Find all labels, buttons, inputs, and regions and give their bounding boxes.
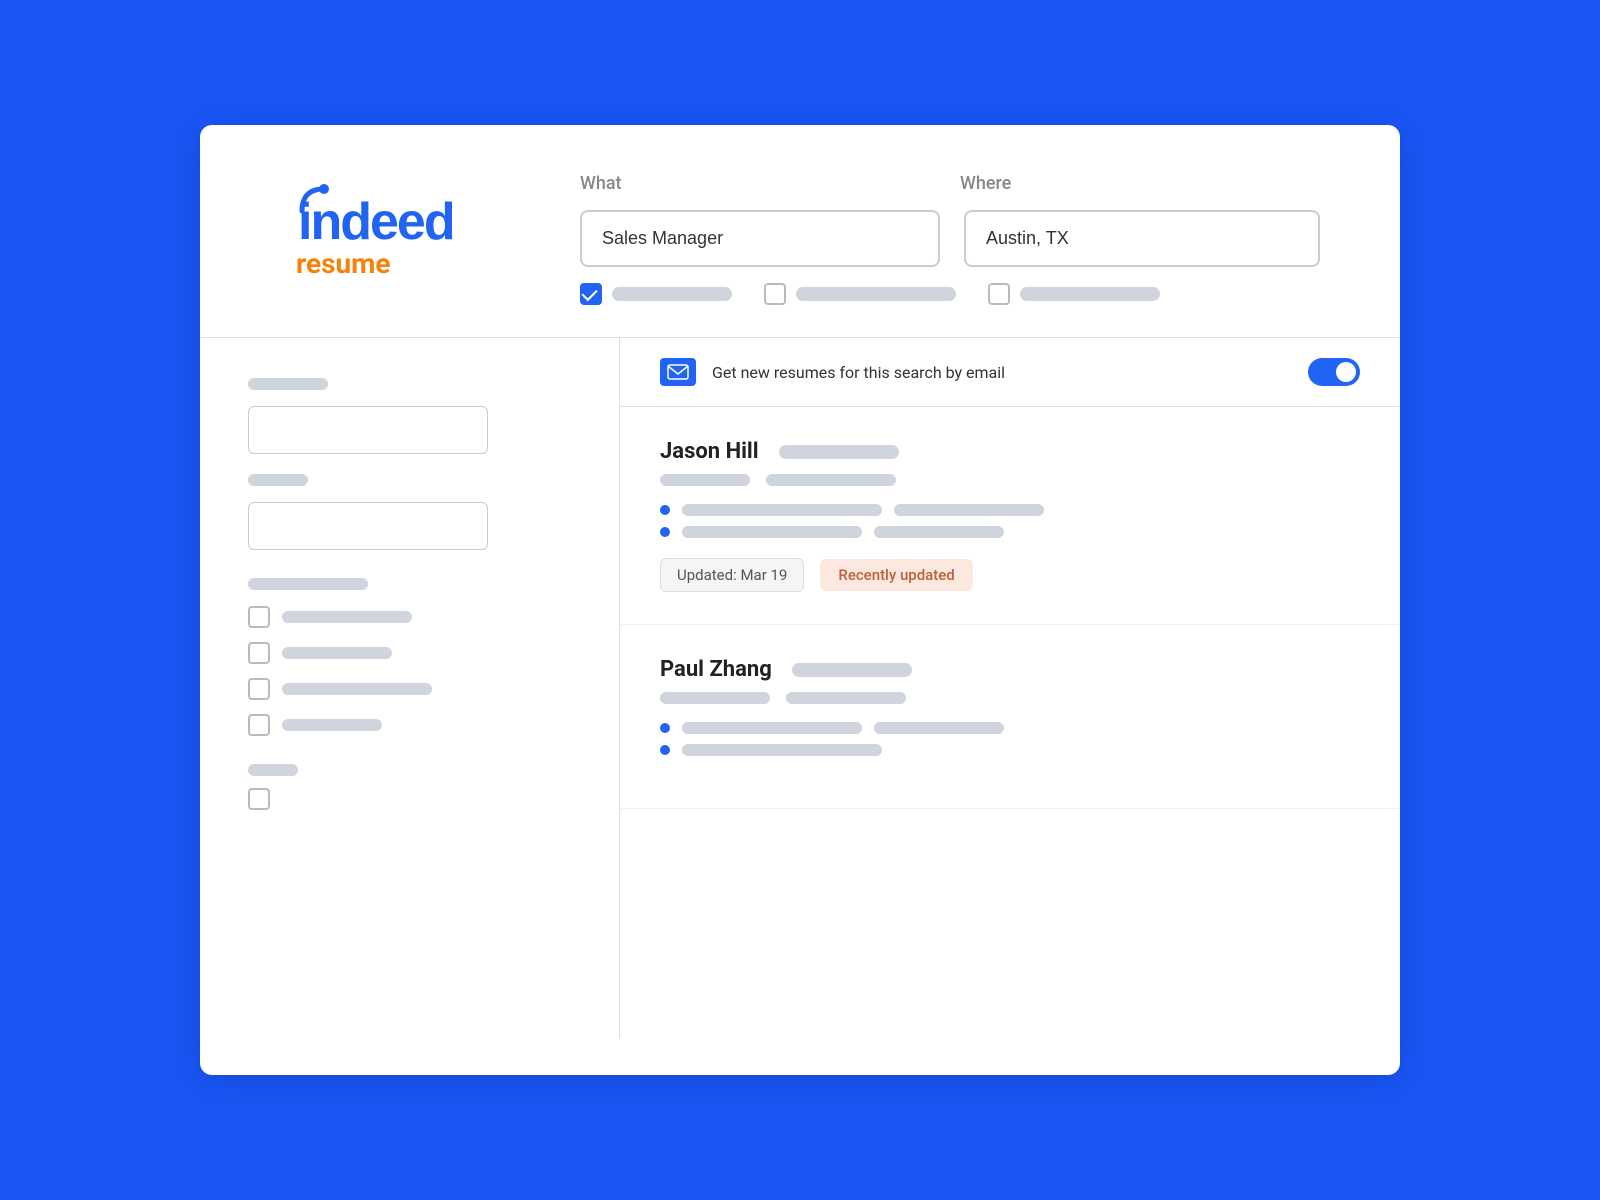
sidebar-check-label-2 bbox=[282, 647, 392, 659]
result-footer-1: Updated: Mar 19 Recently updated bbox=[660, 558, 1360, 592]
sidebar-label-1 bbox=[248, 378, 328, 390]
sidebar-check-4[interactable] bbox=[248, 714, 571, 736]
sidebar-check-label-4 bbox=[282, 719, 382, 731]
sidebar-checkbox-3[interactable] bbox=[248, 678, 270, 700]
main-content: Get new resumes for this search by email… bbox=[620, 338, 1400, 1038]
svg-text:indeed: indeed bbox=[298, 193, 454, 251]
updated-text-1: Updated: Mar 19 bbox=[660, 558, 804, 592]
filter-3-label bbox=[1020, 287, 1160, 301]
result-bullets-2 bbox=[660, 722, 1360, 756]
result-name-row-2: Paul Zhang bbox=[660, 657, 1360, 682]
bullet-pill-2a-2 bbox=[874, 722, 1004, 734]
result-sub-pill-2a bbox=[660, 692, 770, 704]
sidebar-section-2 bbox=[248, 578, 571, 736]
email-icon bbox=[660, 358, 696, 386]
indeed-logo: indeed bbox=[280, 181, 500, 251]
recently-updated-badge-1: Recently updated bbox=[820, 559, 972, 591]
email-toggle[interactable] bbox=[1308, 358, 1360, 386]
result-bullet-1a bbox=[660, 504, 1360, 516]
sidebar-checkboxes bbox=[248, 606, 571, 736]
logo-area: indeed resume bbox=[280, 173, 500, 280]
sidebar-check-label-1 bbox=[282, 611, 412, 623]
result-sub-row-1 bbox=[660, 474, 1360, 486]
what-input[interactable] bbox=[580, 210, 940, 267]
filter-2-label bbox=[796, 287, 956, 301]
search-labels: What Where bbox=[580, 173, 1320, 194]
sidebar-check-1[interactable] bbox=[248, 606, 571, 628]
result-bullet-2a bbox=[660, 722, 1360, 734]
sidebar-check-3[interactable] bbox=[248, 678, 571, 700]
bullet-pill-2b-1 bbox=[682, 744, 882, 756]
bullet-pill-1a-1 bbox=[682, 504, 882, 516]
checkbox-3-empty[interactable] bbox=[988, 283, 1010, 305]
checkbox-2-empty[interactable] bbox=[764, 283, 786, 305]
sidebar-input-2[interactable] bbox=[248, 502, 488, 550]
filter-row bbox=[580, 283, 1320, 305]
checkbox-1-checked[interactable] bbox=[580, 283, 602, 305]
result-name-pill-2 bbox=[792, 663, 912, 677]
sidebar-label-3 bbox=[248, 578, 368, 590]
sidebar-check-5[interactable] bbox=[248, 788, 571, 810]
sidebar-check-2[interactable] bbox=[248, 642, 571, 664]
where-label: Where bbox=[960, 173, 1320, 194]
sidebar-checkbox-5[interactable] bbox=[248, 788, 270, 810]
header: indeed resume What Where bbox=[200, 125, 1400, 337]
result-sub-row-2 bbox=[660, 692, 1360, 704]
result-bullets-1 bbox=[660, 504, 1360, 538]
bullet-pill-1b-1 bbox=[682, 526, 862, 538]
result-sub-pill-1b bbox=[766, 474, 896, 486]
result-card-2: Paul Zhang bbox=[620, 625, 1400, 809]
bullet-dot-1a bbox=[660, 505, 670, 515]
result-card-1: Jason Hill bbox=[620, 407, 1400, 625]
body-layout: Get new resumes for this search by email… bbox=[200, 338, 1400, 1038]
sidebar-checkbox-4[interactable] bbox=[248, 714, 270, 736]
sidebar-small-pill bbox=[248, 764, 298, 776]
resume-logo: resume bbox=[296, 247, 500, 280]
sidebar-input-1[interactable] bbox=[248, 406, 488, 454]
search-inputs bbox=[580, 210, 1320, 267]
main-card: indeed resume What Where bbox=[200, 125, 1400, 1075]
bullet-pill-2a-1 bbox=[682, 722, 862, 734]
filter-1[interactable] bbox=[580, 283, 732, 305]
filter-2[interactable] bbox=[764, 283, 956, 305]
result-name-1[interactable]: Jason Hill bbox=[660, 439, 759, 464]
bullet-dot-2b bbox=[660, 745, 670, 755]
filter-3[interactable] bbox=[988, 283, 1160, 305]
sidebar-checkbox-2[interactable] bbox=[248, 642, 270, 664]
sidebar-check-label-3 bbox=[282, 683, 432, 695]
what-label: What bbox=[580, 173, 960, 194]
sidebar-section-1 bbox=[248, 378, 571, 550]
bullet-pill-1b-2 bbox=[874, 526, 1004, 538]
filter-1-label bbox=[612, 287, 732, 301]
bullet-dot-2a bbox=[660, 723, 670, 733]
result-sub-pill-1a bbox=[660, 474, 750, 486]
result-name-2[interactable]: Paul Zhang bbox=[660, 657, 772, 682]
result-name-row-1: Jason Hill bbox=[660, 439, 1360, 464]
bullet-pill-1a-2 bbox=[894, 504, 1044, 516]
email-alert-bar: Get new resumes for this search by email bbox=[620, 338, 1400, 407]
result-name-pill-1 bbox=[779, 445, 899, 459]
search-area: What Where bbox=[580, 173, 1320, 305]
result-bullet-2b bbox=[660, 744, 1360, 756]
email-alert-text: Get new resumes for this search by email bbox=[712, 363, 1308, 382]
sidebar bbox=[200, 338, 620, 1038]
result-bullet-1b bbox=[660, 526, 1360, 538]
sidebar-checkbox-1[interactable] bbox=[248, 606, 270, 628]
result-sub-pill-2b bbox=[786, 692, 906, 704]
bullet-dot-1b bbox=[660, 527, 670, 537]
where-input[interactable] bbox=[964, 210, 1320, 267]
sidebar-label-2 bbox=[248, 474, 308, 486]
results-list: Jason Hill bbox=[620, 407, 1400, 809]
